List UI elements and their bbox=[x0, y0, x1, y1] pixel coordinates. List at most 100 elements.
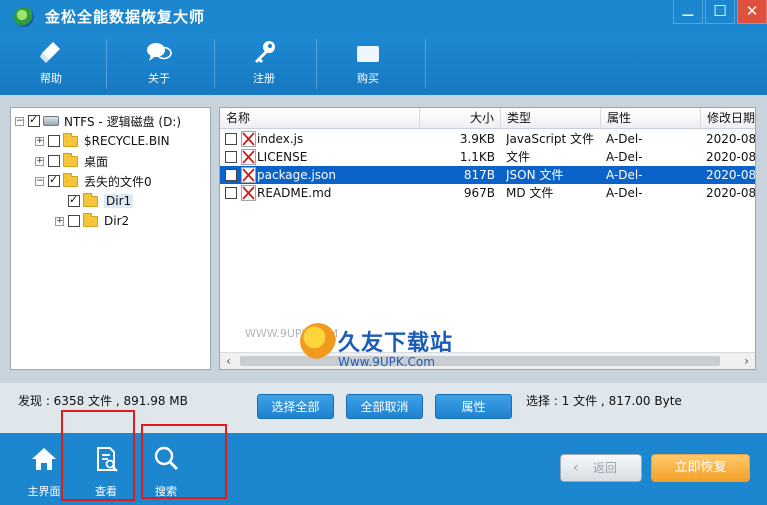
folder-icon bbox=[83, 212, 98, 227]
column-header-attributes[interactable]: 属性 bbox=[601, 108, 701, 129]
file-modified-date: 2020-08- bbox=[706, 150, 756, 164]
watermark-title: 久友下载站 bbox=[338, 331, 454, 356]
highlight-box bbox=[61, 410, 135, 501]
tree-item-dir1[interactable]: Dir1 bbox=[68, 191, 134, 211]
row-checkbox[interactable] bbox=[225, 187, 237, 199]
help-button[interactable]: 帮助 bbox=[16, 33, 86, 95]
file-type: 文件 bbox=[506, 150, 531, 164]
tree-item-label: Dir1 bbox=[104, 194, 134, 208]
folder-icon bbox=[63, 152, 78, 167]
file-type: JSON 文件 bbox=[506, 168, 564, 182]
chat-bubbles-icon bbox=[147, 43, 172, 61]
tree-checkbox[interactable] bbox=[68, 193, 80, 207]
folder-tree: − NTFS - 逻辑磁盘 (D:) + $RECYCLE.BIN + 桌面 −… bbox=[10, 107, 211, 370]
drive-icon bbox=[43, 116, 59, 126]
about-label: 关于 bbox=[148, 72, 170, 85]
close-button[interactable]: ✕ bbox=[737, 0, 767, 24]
expand-icon[interactable]: + bbox=[55, 216, 64, 226]
tree-item-label: 丢失的文件0 bbox=[84, 174, 152, 189]
file-modified-date: 2020-08- bbox=[706, 132, 756, 146]
tree-checkbox[interactable] bbox=[68, 215, 80, 227]
table-row[interactable]: README.md 967B MD 文件 A-Del- 2020-08- bbox=[220, 184, 755, 202]
folder-icon bbox=[63, 132, 78, 147]
file-name: index.js bbox=[257, 132, 304, 146]
toolbar-divider bbox=[214, 39, 215, 89]
eraser-icon bbox=[40, 42, 60, 63]
app-title: 金松全能数据恢复大师 bbox=[45, 8, 206, 26]
collapse-icon[interactable]: − bbox=[15, 116, 24, 126]
tree-item-drive[interactable]: − NTFS - 逻辑磁盘 (D:) bbox=[15, 111, 181, 131]
tree-item-label: NTFS - 逻辑磁盘 (D:) bbox=[64, 114, 182, 129]
scroll-right-icon[interactable]: › bbox=[738, 353, 755, 369]
column-header-modified-date[interactable]: 修改日期 bbox=[701, 108, 755, 129]
file-size: 817B bbox=[463, 168, 495, 182]
file-attributes: A-Del- bbox=[606, 150, 643, 164]
toolbar-divider bbox=[106, 39, 107, 89]
toolbar-divider bbox=[316, 39, 317, 89]
back-button[interactable]: ‹ 返回 bbox=[560, 454, 642, 482]
file-modified-date: 2020-08- bbox=[706, 186, 756, 200]
tree-item-desktop[interactable]: + 桌面 bbox=[35, 151, 108, 171]
selected-summary: 选择 : 1 文件 , 817.00 Byte bbox=[526, 394, 682, 408]
toolbar-divider bbox=[425, 39, 426, 89]
tree-item-dir2[interactable]: + Dir2 bbox=[55, 211, 129, 231]
window-controls: ⚊ ☐ ✕ bbox=[671, 0, 767, 24]
toolbar: 帮助 关于 注册 购买 bbox=[0, 33, 767, 95]
tree-item-label: $RECYCLE.BIN bbox=[84, 134, 170, 148]
column-header-size[interactable]: 大小 bbox=[420, 108, 501, 129]
buy-box-icon bbox=[357, 46, 379, 62]
tree-checkbox[interactable] bbox=[48, 155, 60, 167]
file-type: MD 文件 bbox=[506, 186, 554, 200]
horizontal-scrollbar[interactable]: ‹ › bbox=[220, 352, 755, 369]
deleted-file-icon bbox=[241, 185, 256, 201]
tree-checkbox[interactable] bbox=[48, 173, 60, 187]
register-label: 注册 bbox=[253, 72, 275, 85]
file-attributes: A-Del- bbox=[606, 186, 643, 200]
register-button[interactable]: 注册 bbox=[229, 33, 299, 95]
expand-icon[interactable]: + bbox=[35, 136, 44, 146]
deleted-file-icon bbox=[241, 149, 256, 165]
file-modified-date: 2020-08- bbox=[706, 168, 756, 182]
file-name: LICENSE bbox=[257, 150, 308, 164]
row-checkbox[interactable] bbox=[225, 167, 237, 185]
deleted-file-icon bbox=[241, 167, 256, 183]
tree-checkbox[interactable] bbox=[48, 135, 60, 147]
file-name: package.json bbox=[257, 168, 337, 182]
column-header-name[interactable]: 名称 bbox=[220, 108, 420, 129]
watermark-url: Www.9UPK.Com bbox=[338, 355, 435, 369]
minimize-button[interactable]: ⚊ bbox=[673, 0, 703, 24]
maximize-button[interactable]: ☐ bbox=[705, 0, 735, 24]
scroll-left-icon[interactable]: ‹ bbox=[220, 353, 237, 369]
buy-label: 购买 bbox=[357, 72, 379, 85]
help-label: 帮助 bbox=[40, 72, 62, 85]
properties-button[interactable]: 属性 bbox=[435, 394, 512, 419]
table-row[interactable]: index.js 3.9KB JavaScript 文件 A-Del- 2020-08- bbox=[220, 130, 755, 148]
recover-now-button[interactable]: 立即恢复 bbox=[651, 454, 750, 482]
select-all-button[interactable]: 选择全部 bbox=[257, 394, 334, 419]
file-size: 1.1KB bbox=[459, 150, 495, 164]
file-attributes: A-Del- bbox=[606, 132, 643, 146]
buy-button[interactable]: 购买 bbox=[333, 33, 403, 95]
expand-icon[interactable]: + bbox=[35, 156, 44, 166]
watermark-logo-icon bbox=[300, 323, 336, 359]
column-header-type[interactable]: 类型 bbox=[501, 108, 601, 129]
about-button[interactable]: 关于 bbox=[124, 33, 194, 95]
tree-item-lost-files[interactable]: − 丢失的文件0 bbox=[35, 171, 152, 191]
file-list-header: 名称 大小 类型 属性 修改日期 bbox=[220, 108, 755, 129]
table-row[interactable]: LICENSE 1.1KB 文件 A-Del- 2020-08- bbox=[220, 148, 755, 166]
title-bar: 金松全能数据恢复大师 ⚊ ☐ ✕ bbox=[0, 0, 767, 33]
key-icon bbox=[255, 41, 275, 63]
folder-icon bbox=[83, 192, 98, 207]
row-checkbox[interactable] bbox=[225, 133, 237, 145]
collapse-icon[interactable]: − bbox=[35, 176, 44, 186]
row-checkbox[interactable] bbox=[225, 151, 237, 163]
bottom-bar: 主界面 查看 搜索 ‹ 返回 立即恢复 bbox=[0, 410, 767, 505]
folder-icon bbox=[63, 172, 78, 187]
main-area: − NTFS - 逻辑磁盘 (D:) + $RECYCLE.BIN + 桌面 −… bbox=[0, 95, 767, 383]
tree-item-label: Dir2 bbox=[104, 214, 130, 228]
tree-checkbox[interactable] bbox=[28, 113, 40, 127]
deselect-all-button[interactable]: 全部取消 bbox=[346, 394, 423, 419]
table-row[interactable]: package.json 817B JSON 文件 A-Del- 2020-08- bbox=[220, 166, 756, 185]
tree-item-recycle-bin[interactable]: + $RECYCLE.BIN bbox=[35, 131, 170, 151]
chevron-left-icon: ‹ bbox=[573, 460, 579, 476]
